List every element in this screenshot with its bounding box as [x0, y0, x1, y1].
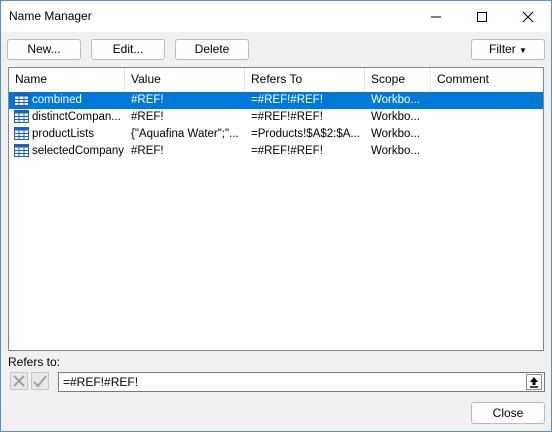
table-row[interactable]: distinctCompan... #REF! =#REF!#REF! Work… [9, 109, 543, 126]
row-value: #REF! [131, 94, 164, 106]
delete-button-label: Delete [194, 42, 230, 56]
close-window-button[interactable] [505, 1, 551, 32]
maximize-button[interactable] [459, 1, 505, 32]
name-manager-window: Name Manager New... Edit... Delete Filte… [0, 0, 552, 432]
row-value: #REF! [131, 111, 164, 123]
maximize-icon [477, 11, 487, 22]
window-title: Name Manager [9, 9, 92, 23]
new-button[interactable]: New... [7, 39, 81, 60]
row-value: {"Aquafina Water";"... [131, 128, 239, 140]
confirm-edit-button[interactable] [31, 372, 49, 390]
close-button-label: Close [492, 406, 524, 420]
check-icon [33, 375, 47, 388]
row-name: distinctCompan... [32, 111, 121, 123]
row-comment [437, 143, 541, 160]
column-header-value[interactable]: Value [125, 68, 245, 90]
row-refers-to: =#REF!#REF! [251, 145, 323, 157]
grid-table-icon [14, 144, 29, 157]
delete-button[interactable]: Delete [175, 39, 249, 60]
collapse-dialog-icon [530, 377, 538, 388]
row-refers-to: =Products!$A$2:$A... [251, 128, 360, 140]
close-icon [522, 11, 534, 22]
title-bar: Name Manager [1, 1, 551, 32]
minimize-button[interactable] [413, 1, 459, 32]
row-name: productLists [32, 128, 95, 140]
row-scope: Workbo... [371, 94, 420, 106]
row-scope: Workbo... [371, 111, 420, 123]
cancel-edit-button[interactable] [10, 372, 28, 390]
grid-table-icon [14, 93, 29, 106]
table-row[interactable]: productLists {"Aquafina Water";"... =Pro… [9, 126, 543, 143]
row-refers-to: =#REF!#REF! [251, 94, 323, 106]
names-list[interactable]: Name Value Refers To Scope Comment combi… [8, 67, 544, 351]
row-comment [437, 109, 541, 126]
table-row[interactable]: combined #REF! =#REF!#REF! Workbo... [9, 92, 543, 109]
x-icon [13, 375, 25, 387]
row-scope: Workbo... [371, 128, 420, 140]
column-header-refers-to[interactable]: Refers To [245, 68, 365, 90]
refers-to-value: =#REF!#REF! [63, 375, 139, 389]
refers-to-label: Refers to: [8, 355, 61, 369]
row-comment [437, 126, 541, 143]
edit-button-label: Edit... [112, 42, 144, 56]
new-button-label: New... [27, 42, 61, 56]
minimize-icon [431, 16, 441, 17]
row-comment [437, 92, 541, 109]
row-value: #REF! [131, 145, 164, 157]
refers-to-input[interactable]: =#REF!#REF! [58, 372, 545, 392]
row-name: selectedCompany [32, 145, 124, 157]
column-header-name[interactable]: Name [9, 68, 125, 90]
grid-table-icon [14, 127, 29, 140]
column-header-comment[interactable]: Comment [431, 68, 543, 90]
column-header-scope[interactable]: Scope [365, 68, 431, 90]
row-name: combined [32, 94, 82, 106]
grid-table-icon [14, 110, 29, 123]
row-refers-to: =#REF!#REF! [251, 111, 323, 123]
table-row[interactable]: selectedCompany #REF! =#REF!#REF! Workbo… [9, 143, 543, 160]
filter-button[interactable]: Filter ▼ [471, 39, 545, 60]
close-button[interactable]: Close [471, 402, 545, 424]
edit-button[interactable]: Edit... [91, 39, 165, 60]
dropdown-arrow-icon: ▼ [519, 46, 527, 55]
collapse-dialog-button[interactable] [526, 374, 542, 390]
filter-button-label: Filter [489, 42, 516, 56]
row-scope: Workbo... [371, 145, 420, 157]
